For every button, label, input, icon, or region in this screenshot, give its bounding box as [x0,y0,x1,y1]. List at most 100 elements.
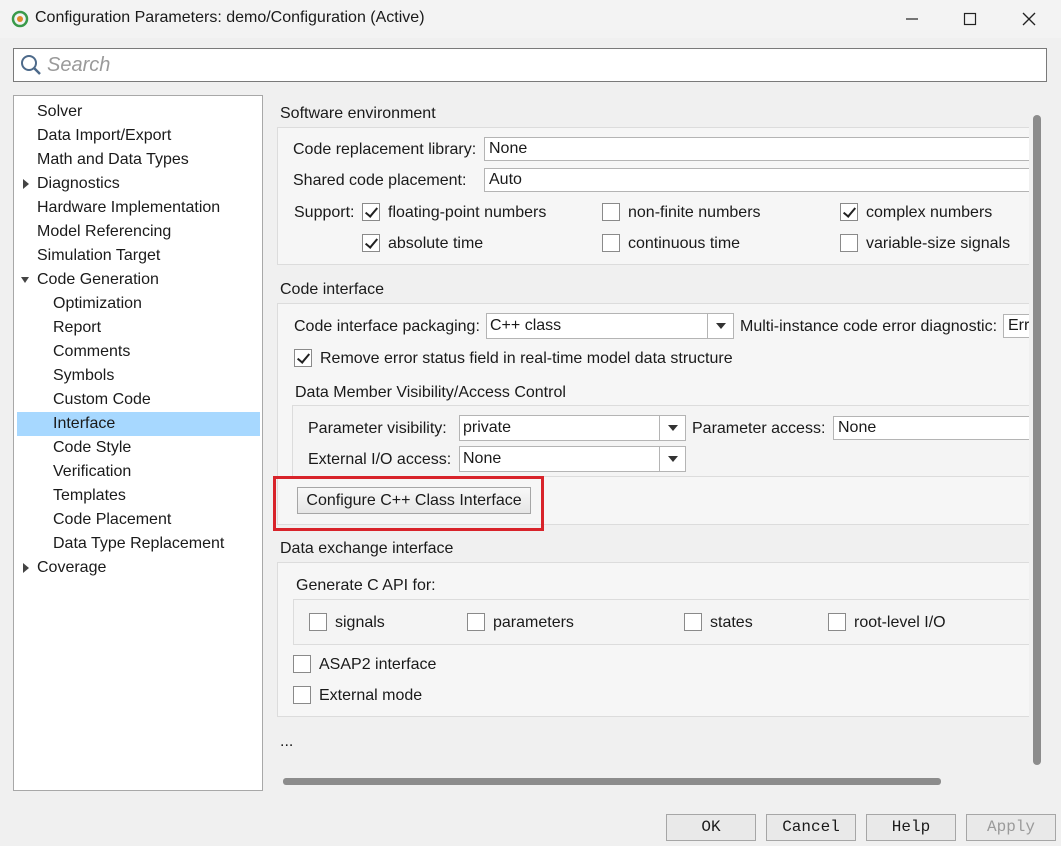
dropdown-arrow-icon [659,416,685,440]
tree-item-code-style[interactable]: Code Style [53,436,131,460]
external-mode-label: External mode [319,687,423,704]
non-finite-checkbox[interactable] [602,203,620,221]
absolute-time-label: absolute time [388,235,484,252]
tree-item-data-type-replacement[interactable]: Data Type Replacement [53,532,224,556]
tree-expand-arrow-icon[interactable] [22,172,30,196]
vertical-scrollbar[interactable] [1029,95,1047,791]
tree-item-comments[interactable]: Comments [53,340,130,364]
floating-point-checkbox[interactable] [362,203,380,221]
param-visibility-dropdown[interactable]: private [459,415,686,441]
code-interface-heading: Code interface [280,281,385,298]
close-icon [1022,12,1036,26]
remove-error-status-checkbox[interactable] [294,349,312,367]
param-visibility-value: private [463,419,512,436]
dropdown-arrow-icon [659,447,685,471]
ok-button[interactable]: OK [666,814,756,841]
crl-field[interactable]: None [484,137,1047,161]
capi-states-label: states [710,614,753,631]
tree-item-report[interactable]: Report [53,316,101,340]
shared-code-label: Shared code placement: [293,172,467,189]
tree-item-symbols[interactable]: Symbols [53,364,114,388]
io-access-value: None [463,450,502,467]
horizontal-scroll-thumb[interactable] [283,778,941,785]
category-tree: Solver Data Import/Export Math and Data … [13,95,263,791]
tree-item-verification[interactable]: Verification [53,460,131,484]
remove-error-status-label: Remove error status field in real-time m… [320,350,733,367]
search-box [13,48,1047,82]
data-exchange-group: Generate C API for: signals parameters s… [277,562,1047,717]
minimize-button[interactable] [883,0,941,38]
absolute-time-checkbox[interactable] [362,234,380,252]
tree-item-math-data-types[interactable]: Math and Data Types [37,148,189,172]
capi-signals-checkbox[interactable] [309,613,327,631]
search-input[interactable] [47,51,1037,79]
visibility-heading: Data Member Visibility/Access Control [295,384,566,401]
tree-item-coverage[interactable]: Coverage [37,556,106,580]
param-access-label: Parameter access: [692,420,826,437]
tree-item-code-placement[interactable]: Code Placement [53,508,171,532]
tree-item-custom-code[interactable]: Custom Code [53,388,151,412]
more-ellipsis[interactable]: ... [280,733,293,751]
close-button[interactable] [1000,0,1058,38]
capi-states-checkbox[interactable] [684,613,702,631]
tree-item-interface[interactable]: Interface [17,412,260,436]
complex-numbers-checkbox[interactable] [840,203,858,221]
io-access-dropdown[interactable]: None [459,446,686,472]
tree-expand-arrow-icon[interactable] [22,556,30,580]
highlight-box [273,476,544,531]
complex-numbers-label: complex numbers [866,204,993,221]
packaging-label: Code interface packaging: [294,318,480,335]
multi-instance-label: Multi-instance code error diagnostic: [740,318,998,335]
config-parameters-window: Configuration Parameters: demo/Configura… [0,0,1061,846]
shared-code-field[interactable]: Auto [484,168,1047,192]
vertical-scroll-thumb[interactable] [1033,115,1041,765]
help-button[interactable]: Help [866,814,956,841]
horizontal-scrollbar[interactable] [263,771,1029,791]
packaging-value: C++ class [490,317,562,334]
simulink-app-icon [11,10,29,28]
tree-item-diagnostics[interactable]: Diagnostics [37,172,120,196]
support-label: Support: [294,204,355,221]
capi-root-io-checkbox[interactable] [828,613,846,631]
asap2-label: ASAP2 interface [319,656,437,673]
param-visibility-label: Parameter visibility: [308,420,447,437]
tree-item-model-referencing[interactable]: Model Referencing [37,220,171,244]
asap2-checkbox[interactable] [293,655,311,673]
capi-root-io-label: root-level I/O [854,614,946,631]
dropdown-arrow-icon [707,314,733,338]
window-title: Configuration Parameters: demo/Configura… [35,9,425,26]
tree-collapse-arrow-icon[interactable] [20,268,30,292]
cancel-button[interactable]: Cancel [766,814,856,841]
minimize-icon [906,18,918,20]
tree-item-code-generation[interactable]: Code Generation [37,268,159,292]
apply-button[interactable]: Apply [966,814,1056,841]
variable-size-label: variable-size signals [866,235,1011,252]
capi-parameters-checkbox[interactable] [467,613,485,631]
param-access-field[interactable]: None [833,416,1047,440]
tree-item-templates[interactable]: Templates [53,484,126,508]
continuous-time-label: continuous time [628,235,741,252]
capi-signals-label: signals [335,614,385,631]
crl-label: Code replacement library: [293,141,477,158]
software-environment-heading: Software environment [280,105,436,122]
search-icon [21,55,41,75]
continuous-time-checkbox[interactable] [602,234,620,252]
tree-item-data-import-export[interactable]: Data Import/Export [37,124,171,148]
tree-item-simulation-target[interactable]: Simulation Target [37,244,160,268]
maximize-icon [963,12,977,26]
capi-group: signals parameters states root-level I/O [293,599,1047,645]
tree-item-optimization[interactable]: Optimization [53,292,142,316]
tree-item-solver[interactable]: Solver [37,100,82,124]
variable-size-checkbox[interactable] [840,234,858,252]
data-exchange-heading: Data exchange interface [280,540,454,557]
non-finite-label: non-finite numbers [628,204,761,221]
tree-item-hardware-implementation[interactable]: Hardware Implementation [37,196,220,220]
io-access-label: External I/O access: [308,451,452,468]
maximize-button[interactable] [941,0,999,38]
interface-settings-pane: Software environment Code replacement li… [263,95,1047,791]
capi-label: Generate C API for: [296,577,436,594]
packaging-dropdown[interactable]: C++ class [486,313,734,339]
capi-parameters-label: parameters [493,614,574,631]
external-mode-checkbox[interactable] [293,686,311,704]
software-environment-group: Code replacement library: None Shared co… [277,127,1047,265]
